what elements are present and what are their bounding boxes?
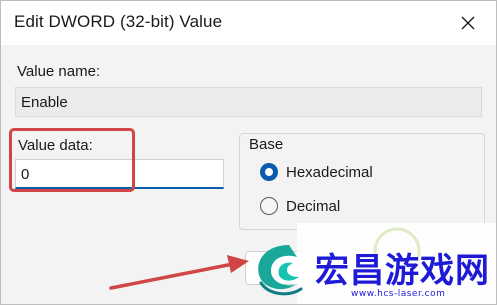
radio-decimal[interactable]: Decimal xyxy=(260,195,340,217)
radio-unchecked-icon xyxy=(260,197,278,215)
edit-dword-dialog: Edit DWORD (32-bit) Value Value name: En… xyxy=(0,0,497,305)
value-name-field: Enable xyxy=(15,87,482,117)
radio-checked-icon xyxy=(260,163,278,181)
base-label: Base xyxy=(247,136,286,153)
radio-hexadecimal-label: Hexadecimal xyxy=(286,163,373,181)
title-bar[interactable]: Edit DWORD (32-bit) Value xyxy=(1,1,496,45)
watermark-logo-icon xyxy=(258,245,303,296)
radio-decimal-label: Decimal xyxy=(286,197,341,215)
dialog-title: Edit DWORD (32-bit) Value xyxy=(14,12,223,31)
close-icon xyxy=(461,16,475,30)
arrow-annotation xyxy=(109,255,249,290)
value-name-text: Enable xyxy=(21,94,68,111)
watermark-text: 宏昌游戏网 xyxy=(315,251,490,291)
value-name-label: Value name: xyxy=(17,63,101,80)
highlight-annotation xyxy=(9,128,135,192)
radio-hexadecimal[interactable]: Hexadecimal xyxy=(260,161,373,183)
close-button[interactable] xyxy=(454,9,482,37)
watermark-url: www.hcs-laser.com xyxy=(351,289,446,299)
